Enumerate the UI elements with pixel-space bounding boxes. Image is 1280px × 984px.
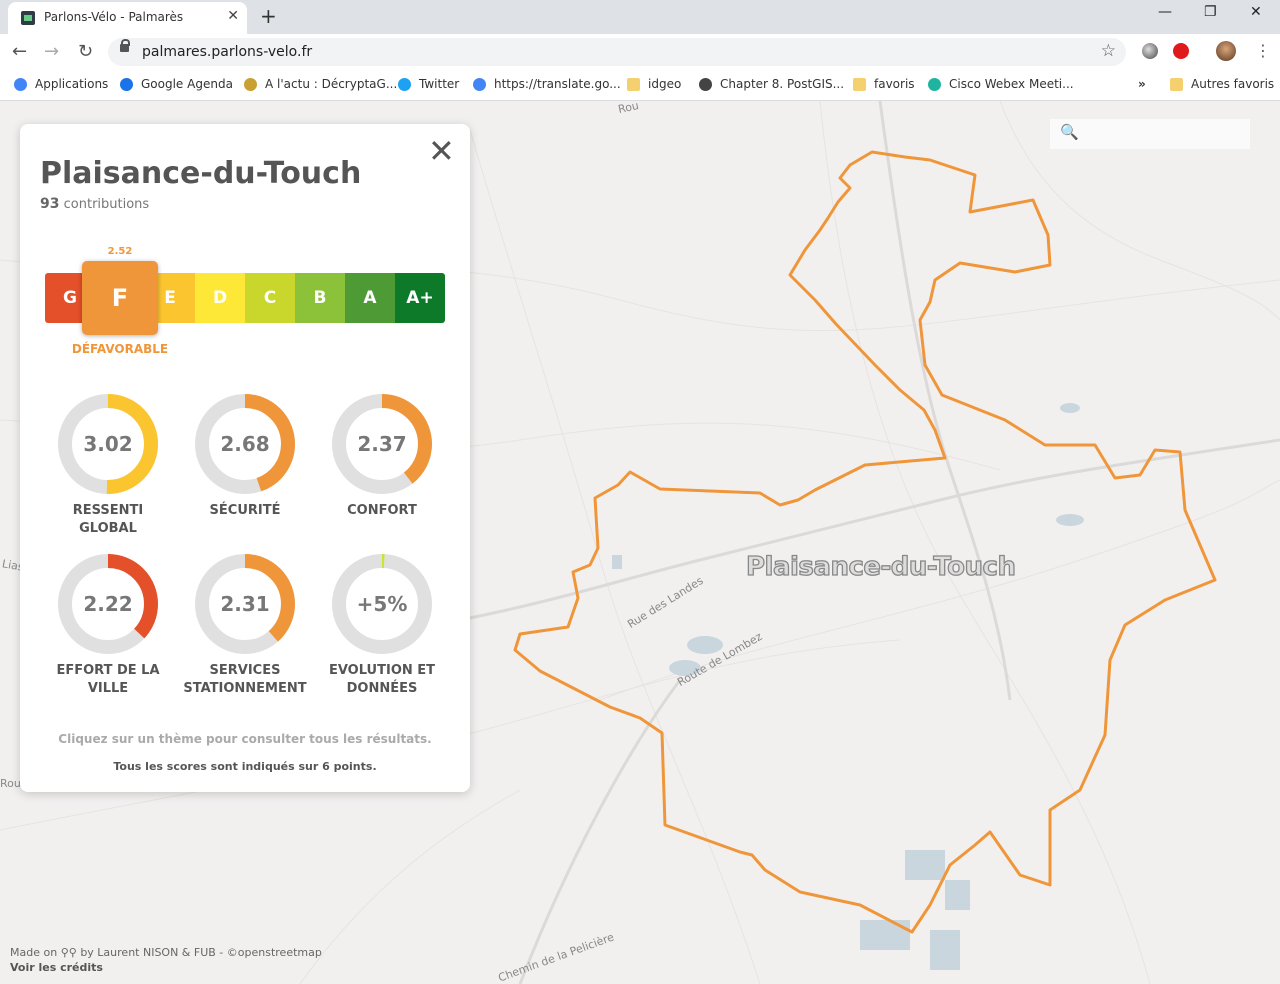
folder-icon: [1170, 77, 1183, 91]
theme-gauge[interactable]: 2.22 EFFORT DE LA VILLE: [38, 552, 178, 698]
gauge-label: EVOLUTION ET DONNÉES: [328, 663, 436, 696]
bookmark-label: A l'actu : DécryptaG...: [265, 77, 398, 91]
reload-icon[interactable]: ↻: [78, 41, 93, 62]
gauge-value: 2.68: [220, 432, 270, 456]
restore-icon[interactable]: ❐: [1204, 4, 1217, 20]
translate-icon: [473, 77, 486, 91]
twitter-icon: [398, 77, 411, 91]
bookmark-item[interactable]: A l'actu : DécryptaG...: [244, 77, 397, 91]
bookmark-other[interactable]: Autres favoris: [1170, 77, 1274, 91]
bookmark-item[interactable]: Applications: [14, 77, 108, 91]
current-grade-badge: F: [82, 261, 158, 335]
menu-kebab-icon[interactable]: ⋮: [1255, 41, 1271, 60]
location-pin-icon: [244, 77, 257, 91]
apps-grid-icon: [14, 77, 27, 91]
folder-icon: [853, 77, 866, 91]
gauge-value: 2.22: [83, 592, 133, 616]
bookmark-item[interactable]: idgeo: [627, 77, 681, 91]
theme-gauge[interactable]: 2.31 SERVICES STATIONNEMENT: [175, 552, 315, 698]
tab-close-icon[interactable]: ✕: [227, 8, 239, 24]
gauge-value: 2.31: [220, 592, 270, 616]
bookmark-other-label: Autres favoris: [1191, 77, 1275, 91]
map-place-label: Plaisance-du-Touch: [745, 551, 1016, 582]
bookmarks-bar: » Autres favoris Applications Google Agen…: [0, 70, 1280, 101]
window-close-icon[interactable]: ✕: [1250, 4, 1262, 20]
city-results-panel: ✕ Plaisance-du-Touch 93 contributions GF…: [20, 124, 470, 792]
bookmark-item[interactable]: Cisco Webex Meeti...: [928, 77, 1074, 91]
map-search-box[interactable]: 🔍: [1050, 119, 1250, 149]
grade-score: 2.52: [107, 246, 133, 257]
bicycle-icon: ⚲⚲: [60, 946, 77, 959]
back-icon[interactable]: ←: [12, 41, 27, 62]
bookmark-item[interactable]: Twitter: [398, 77, 459, 91]
contributions-label: contributions: [63, 197, 150, 212]
gauge-value: +5%: [356, 592, 408, 616]
gauge-label: EFFORT DE LA VILLE: [56, 663, 160, 696]
bookmark-label: Chapter 8. PostGIS...: [720, 77, 845, 91]
theme-gauge[interactable]: +5% EVOLUTION ET DONNÉES: [312, 552, 452, 698]
gauge-label: SÉCURITÉ: [209, 503, 281, 518]
bookmark-label: Twitter: [419, 77, 460, 91]
more-bookmarks-icon[interactable]: »: [1138, 77, 1146, 91]
globe-icon: [699, 77, 712, 91]
bookmark-star-icon[interactable]: ☆: [1101, 41, 1116, 61]
bookmark-item[interactable]: favoris: [853, 77, 915, 91]
scores-note: Tous les scores sont indiqués sur 6 poin…: [113, 760, 377, 773]
bookmark-item[interactable]: Google Agenda: [120, 77, 233, 91]
grade-cell: B: [295, 273, 345, 323]
made-on-label: Made on: [10, 946, 58, 959]
forward-icon[interactable]: →: [44, 41, 59, 62]
browser-tab[interactable]: Parlons-Vélo - Palmarès ✕: [8, 2, 247, 34]
theme-gauge[interactable]: 3.02 RESSENTI GLOBAL: [38, 392, 178, 538]
grade-cell: A: [345, 273, 395, 323]
adblock-icon[interactable]: [1173, 43, 1189, 59]
extension-icon[interactable]: [1142, 43, 1158, 59]
bookmark-label: Cisco Webex Meeti...: [949, 77, 1074, 91]
address-bar[interactable]: palmares.parlons-velo.fr ☆: [108, 38, 1126, 66]
close-panel-icon[interactable]: ✕: [428, 135, 455, 167]
new-tab-icon[interactable]: +: [260, 4, 277, 28]
address-bar-row: ← → ↻ palmares.parlons-velo.fr ☆ ⋮: [0, 34, 1280, 70]
bookmark-label: Google Agenda: [141, 77, 233, 91]
bookmark-item[interactable]: Chapter 8. PostGIS...: [699, 77, 844, 91]
grade-cell: D: [195, 273, 245, 323]
map-credits: Made on ⚲⚲ by Laurent NISON & FUB - ©ope…: [10, 945, 322, 975]
theme-gauge[interactable]: 2.37 CONFORT: [312, 392, 452, 520]
gauge-label: SERVICES STATIONNEMENT: [183, 663, 307, 696]
gauge-label: RESSENTI GLOBAL: [72, 503, 144, 536]
gauge-value: 3.02: [83, 432, 133, 456]
browser-tab-bar: Parlons-Vélo - Palmarès ✕ + — ❐ ✕: [0, 0, 1280, 34]
city-name: Plaisance-du-Touch: [40, 156, 362, 191]
grade-cell: A+: [395, 273, 445, 323]
grade-label: DÉFAVORABLE: [71, 342, 169, 356]
url-text[interactable]: palmares.parlons-velo.fr: [142, 44, 312, 60]
hint-text: Cliquez sur un thème pour consulter tous…: [58, 732, 432, 746]
minimize-icon[interactable]: —: [1158, 4, 1172, 20]
profile-avatar[interactable]: [1216, 41, 1236, 61]
lock-icon: [120, 39, 130, 52]
commune-boundary: [513, 150, 1217, 934]
contributions-count: 93 contributions: [40, 196, 149, 212]
folder-icon: [627, 77, 640, 91]
calendar-icon: [120, 77, 133, 91]
contributions-number: 93: [40, 196, 60, 212]
gauge-value: 2.37: [357, 432, 407, 456]
tab-title: Parlons-Vélo - Palmarès: [44, 10, 184, 24]
bookmark-label: Applications: [35, 77, 109, 91]
authors-label: by Laurent NISON & FUB - ©openstreetmap: [80, 946, 322, 959]
bookmark-label: favoris: [874, 77, 915, 91]
bookmark-label: idgeo: [648, 77, 682, 91]
bookmark-label: https://translate.go...: [494, 77, 621, 91]
bookmark-item[interactable]: https://translate.go...: [473, 77, 621, 91]
grade-cell: C: [245, 273, 295, 323]
gauge-label: CONFORT: [347, 503, 417, 518]
search-icon[interactable]: 🔍: [1060, 123, 1079, 141]
webex-icon: [928, 77, 941, 91]
site-favicon-icon: [21, 11, 35, 25]
theme-gauge[interactable]: 2.68 SÉCURITÉ: [175, 392, 315, 520]
credits-link[interactable]: Voir les crédits: [10, 961, 103, 974]
